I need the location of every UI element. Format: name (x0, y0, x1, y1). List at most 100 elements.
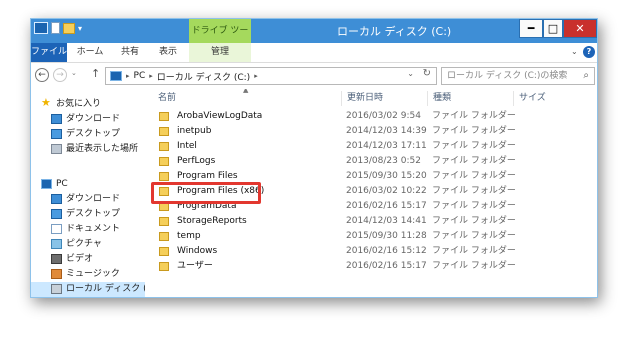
pc-icon[interactable] (34, 22, 48, 34)
tab-home[interactable]: ホーム (75, 43, 105, 62)
download-folder-icon (51, 194, 62, 204)
help-icon[interactable]: ? (583, 46, 595, 58)
file-type: ファイル フォルダー (432, 216, 516, 226)
file-name: StorageReports (177, 216, 247, 226)
sidebar-item-pc[interactable]: PC (31, 177, 145, 192)
sidebar-item-recent-places[interactable]: 最近表示した場所 (31, 142, 145, 157)
table-row[interactable]: Windows 2016/02/16 15:12 ファイル フォルダー (153, 244, 573, 259)
column-header-date-modified[interactable]: 更新日時 (341, 91, 427, 106)
file-date: 2016/03/02 10:22 (346, 186, 427, 196)
address-bar[interactable]: ▸ PC ▸ ローカル ディスク (C:) ▸ ⌄ ↻ (105, 67, 437, 85)
file-date: 2016/02/16 15:17 (346, 201, 427, 211)
search-placeholder: ローカル ディスク (C:)の検索 (447, 71, 568, 81)
expand-ribbon-icon[interactable]: ⌄ (571, 47, 578, 56)
navigation-bar: ← → ⌄ ↑ ▸ PC ▸ ローカル ディスク (C:) ▸ ⌄ ↻ ローカル… (31, 63, 597, 89)
sidebar-item-local-disk[interactable]: ローカル ディスク (C:) (31, 282, 145, 297)
file-type: ファイル フォルダー (432, 111, 516, 121)
sidebar-item-favorites-downloads[interactable]: ダウンロード (31, 112, 145, 127)
forward-button[interactable]: → (53, 68, 67, 82)
table-row[interactable]: ArobaViewLogData 2016/03/02 9:54 ファイル フォ… (153, 109, 573, 124)
folder-icon (159, 112, 169, 121)
file-type: ファイル フォルダー (432, 246, 516, 256)
file-type: ファイル フォルダー (432, 261, 516, 271)
file-type: ファイル フォルダー (432, 126, 516, 136)
close-button[interactable]: ✕ (563, 19, 597, 38)
sidebar-item-pc-desktop[interactable]: デスクトップ (31, 207, 145, 222)
file-date: 2016/02/16 15:17 (346, 261, 427, 271)
folder-icon (159, 262, 169, 271)
folder-icon (159, 232, 169, 241)
file-date: 2014/12/03 14:39 (346, 126, 427, 136)
column-header-name[interactable]: 名前 (153, 91, 341, 106)
star-icon: ★ (41, 96, 51, 109)
file-type: ファイル フォルダー (432, 171, 516, 181)
file-date: 2016/02/16 15:12 (346, 246, 427, 256)
breadcrumb-separator-icon[interactable]: ▸ (149, 72, 153, 80)
table-row[interactable]: ユーザー 2016/02/16 15:17 ファイル フォルダー (153, 259, 573, 274)
drive-icon (51, 284, 62, 294)
explorer-window: ▾ ドライブ ツール ローカル ディスク (C:) ━ □ ✕ ファイル ホーム… (30, 18, 598, 298)
file-type: ファイル フォルダー (432, 156, 516, 166)
address-history-dropdown-icon[interactable]: ⌄ (407, 69, 414, 78)
search-input[interactable]: ローカル ディスク (C:)の検索 ⌕ (441, 67, 595, 85)
file-date: 2016/03/02 9:54 (346, 111, 421, 121)
table-row[interactable]: temp 2015/09/30 11:28 ファイル フォルダー (153, 229, 573, 244)
table-row[interactable]: PerfLogs 2013/08/23 0:52 ファイル フォルダー (153, 154, 573, 169)
quick-access-toolbar: ▾ (34, 22, 82, 34)
ribbon-tabs: ファイル ホーム 共有 表示 管理 ⌄ ? (31, 43, 597, 63)
file-name: Intel (177, 141, 197, 151)
file-type: ファイル フォルダー (432, 141, 516, 151)
minimize-button[interactable]: ━ (519, 19, 543, 38)
recent-locations-icon[interactable]: ⌄ (71, 69, 77, 77)
table-row[interactable]: inetpub 2014/12/03 14:39 ファイル フォルダー (153, 124, 573, 139)
search-icon[interactable]: ⌕ (583, 68, 589, 84)
download-folder-icon (51, 114, 62, 124)
sidebar-item-favorites-desktop[interactable]: デスクトップ (31, 127, 145, 142)
file-type: ファイル フォルダー (432, 231, 516, 241)
file-date: 2014/12/03 17:11 (346, 141, 427, 151)
pc-icon (41, 179, 52, 189)
file-date: 2013/08/23 0:52 (346, 156, 421, 166)
back-button[interactable]: ← (35, 68, 49, 82)
file-name: PerfLogs (177, 156, 216, 166)
properties-icon[interactable] (51, 22, 60, 34)
column-header-size[interactable]: サイズ (513, 91, 573, 106)
pc-icon (110, 71, 122, 81)
breadcrumb-pc[interactable]: PC (134, 71, 146, 81)
sidebar-item-documents[interactable]: ドキュメント (31, 222, 145, 237)
desktop-folder-icon (51, 209, 62, 219)
column-header-type[interactable]: 種類 (427, 91, 513, 106)
file-date: 2014/12/03 14:41 (346, 216, 427, 226)
drive-tools-group-label: ドライブ ツール (189, 19, 251, 60)
customize-toolbar-icon[interactable]: ▾ (78, 24, 82, 33)
sidebar-item-videos[interactable]: ビデオ (31, 252, 145, 267)
up-button[interactable]: ↑ (91, 67, 100, 80)
file-date: 2015/09/30 15:20 (346, 171, 427, 181)
file-name: temp (177, 231, 201, 241)
breadcrumb-separator-icon[interactable]: ▸ (254, 72, 258, 80)
tab-view[interactable]: 表示 (155, 43, 181, 62)
new-folder-icon[interactable] (63, 22, 75, 34)
sidebar-item-music[interactable]: ミュージック (31, 267, 145, 282)
sidebar-item-favorites[interactable]: ★ お気に入り (31, 97, 145, 112)
folder-icon (159, 217, 169, 226)
tab-file[interactable]: ファイル (31, 43, 67, 62)
table-row[interactable]: StorageReports 2014/12/03 14:41 ファイル フォル… (153, 214, 573, 229)
breadcrumb-separator-icon[interactable]: ▸ (126, 72, 130, 80)
file-name: Windows (177, 246, 218, 256)
music-folder-icon (51, 269, 62, 279)
folder-icon (159, 142, 169, 151)
table-row[interactable]: Intel 2014/12/03 17:11 ファイル フォルダー (153, 139, 573, 154)
recent-places-icon (51, 144, 62, 154)
videos-folder-icon (51, 254, 62, 264)
tab-manage[interactable]: 管理 (189, 43, 251, 62)
tab-share[interactable]: 共有 (117, 43, 143, 62)
refresh-icon[interactable]: ↻ (423, 68, 431, 79)
sidebar-item-pc-downloads[interactable]: ダウンロード (31, 192, 145, 207)
breadcrumb-local-disk[interactable]: ローカル ディスク (C:) (157, 70, 250, 83)
file-type: ファイル フォルダー (432, 186, 516, 196)
folder-icon (159, 127, 169, 136)
sidebar-item-pictures[interactable]: ピクチャ (31, 237, 145, 252)
pictures-folder-icon (51, 239, 62, 249)
maximize-button[interactable]: □ (543, 19, 563, 38)
